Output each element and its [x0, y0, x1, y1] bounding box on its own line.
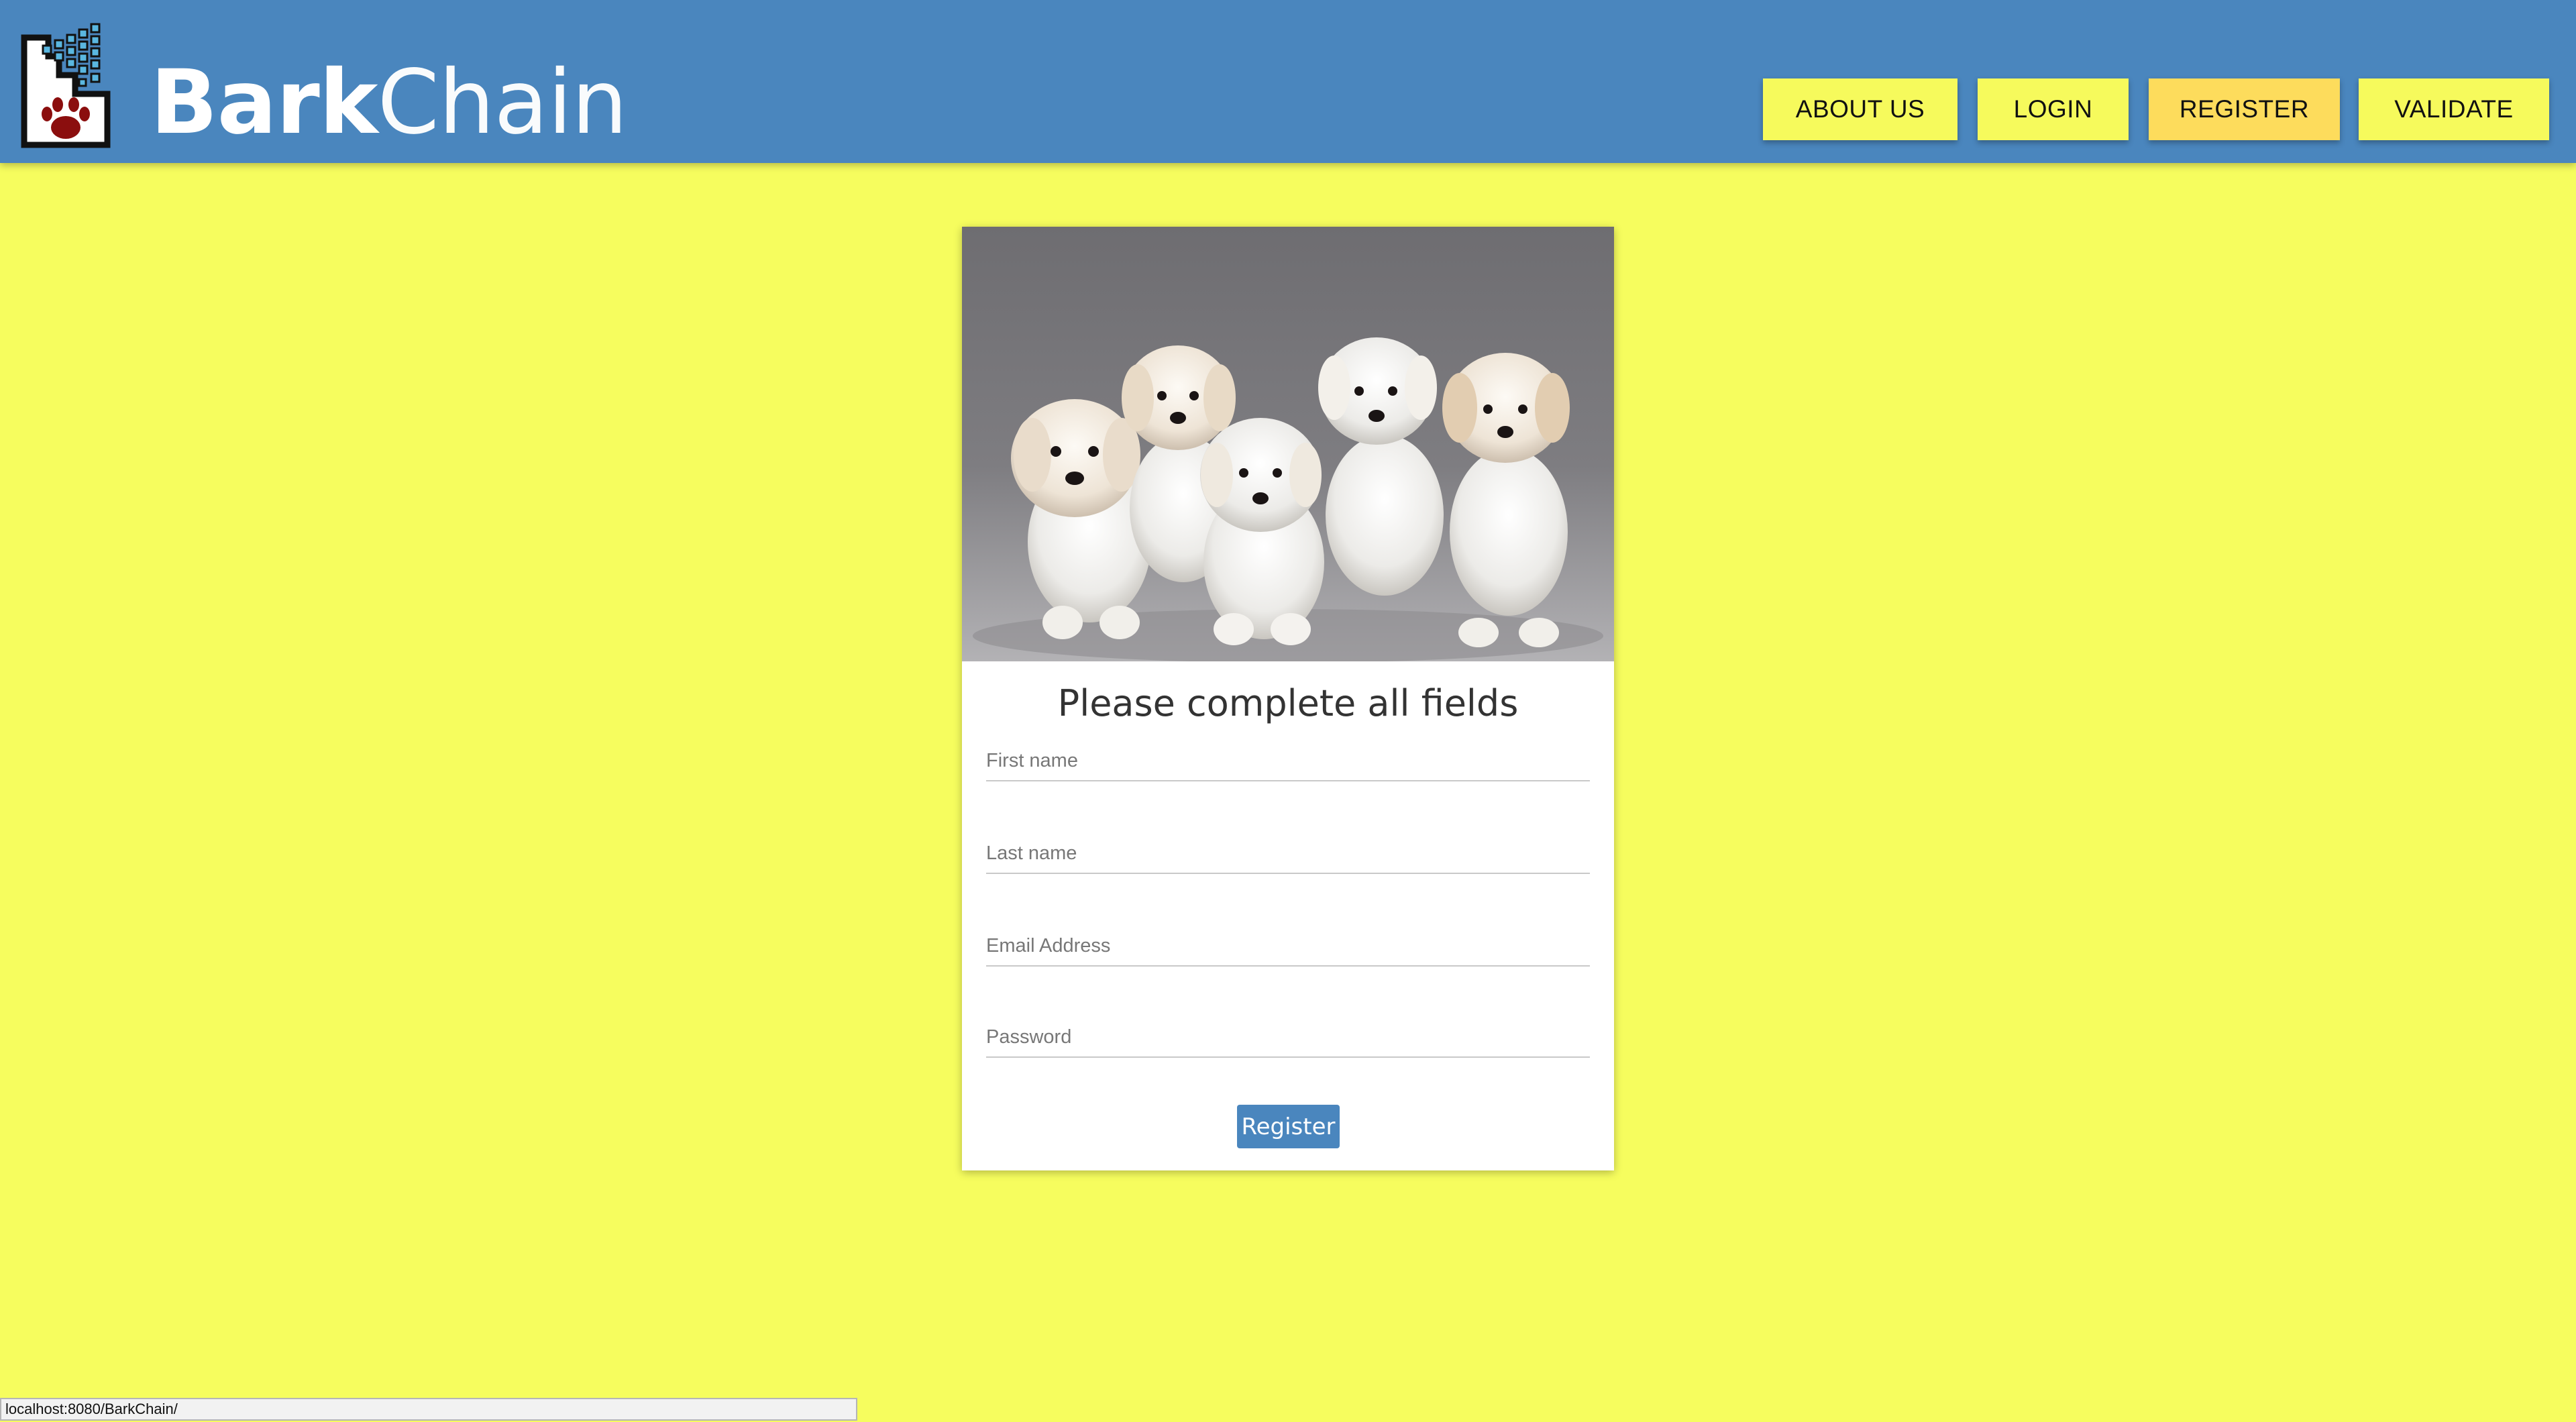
browser-status-bar: localhost:8080/BarkChain/ [0, 1398, 857, 1421]
top-app-bar: BarkChain ABOUT US LOGIN REGISTER VALIDA… [0, 0, 2576, 163]
blockchain-paw-logo-icon[interactable] [20, 20, 114, 151]
nav-login-button[interactable]: LOGIN [1978, 78, 2129, 140]
last-name-field[interactable] [986, 834, 1590, 874]
nav-register-button[interactable]: REGISTER [2149, 78, 2340, 140]
status-bar-url: localhost:8080/BarkChain/ [5, 1401, 178, 1417]
password-field[interactable] [986, 1018, 1590, 1058]
register-submit-button[interactable]: Register [1237, 1105, 1340, 1148]
puppies-photo [962, 227, 1614, 661]
nav-validate-button[interactable]: VALIDATE [2359, 78, 2549, 140]
brand-title-light: Chain [377, 51, 628, 154]
registration-card: Please complete all fields Register [962, 227, 1614, 1170]
brand-title-bold: Bark [150, 51, 378, 154]
brand-title[interactable]: BarkChain [150, 51, 628, 154]
first-name-field[interactable] [986, 741, 1590, 781]
form-title: Please complete all fields [1057, 682, 1519, 724]
nav-about-us-button[interactable]: ABOUT US [1763, 78, 1957, 140]
email-field[interactable] [986, 926, 1590, 967]
